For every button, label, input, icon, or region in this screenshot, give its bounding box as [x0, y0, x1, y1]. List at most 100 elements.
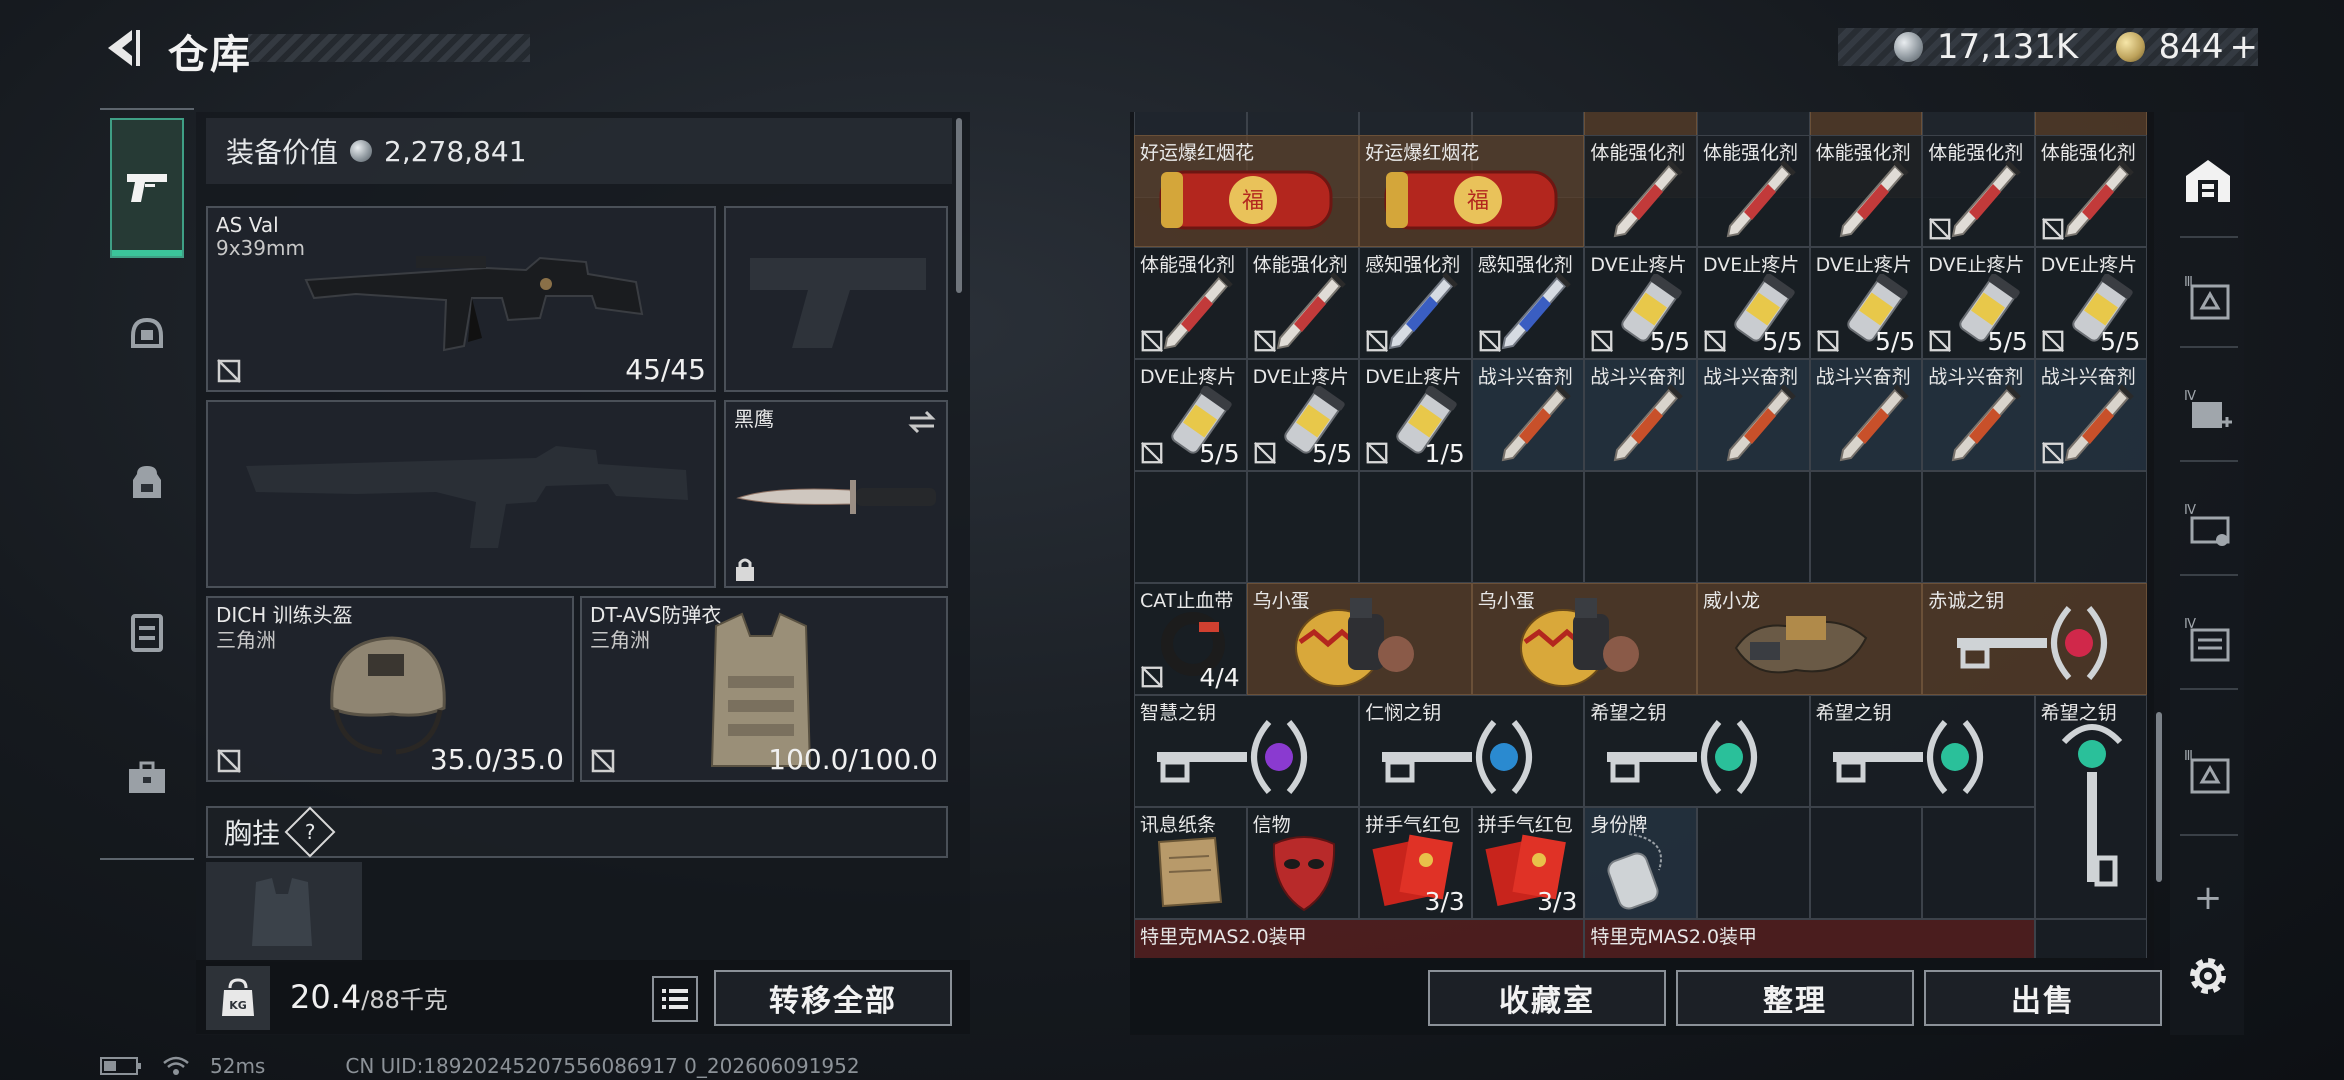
item-egg-figure[interactable]: 乌小蛋	[1471, 583, 1697, 695]
nav-tab-backpack[interactable]	[111, 446, 183, 518]
sell-button[interactable]: 出售	[1924, 970, 2162, 1026]
nav-tab-vest[interactable]	[111, 596, 183, 668]
nav-tab-helmet[interactable]	[111, 298, 183, 370]
helmet-slot[interactable]: DICH 训练头盔 三角洲 35.0/35.0	[206, 596, 574, 782]
item-key[interactable]: 希望之钥	[1584, 695, 1810, 807]
item-mask[interactable]: 信物	[1246, 807, 1360, 919]
item-armor[interactable]: 特里克MAS2.0装甲	[1584, 919, 2035, 958]
stash-cell-empty[interactable]	[1922, 471, 2035, 583]
item-combat-stimulant[interactable]: 战斗兴奋剂	[1922, 359, 2035, 471]
item-name: 体能强化剂	[1703, 142, 1799, 164]
key-icon	[2061, 724, 2122, 887]
item-combat-stimulant[interactable]: 战斗兴奋剂	[1584, 359, 1697, 471]
item-key[interactable]: 仁悯之钥	[1359, 695, 1585, 807]
item-stamina-booster[interactable]: 体能强化剂	[1246, 247, 1360, 359]
item-firework[interactable]: 福 好运爆红烟花	[1359, 135, 1585, 247]
stash-cell-empty[interactable]	[1246, 471, 1360, 583]
stash-cell-empty[interactable]	[1584, 471, 1697, 583]
equipment-scrollbar[interactable]	[956, 118, 962, 293]
storage-tab-1[interactable]: Ⅲ	[2176, 266, 2240, 330]
melee-slot[interactable]: 黑鹰	[724, 400, 948, 588]
item-stamina-booster[interactable]: 体能强化剂	[1809, 135, 1923, 247]
item-stamina-booster[interactable]: 体能强化剂	[1697, 135, 1810, 247]
item-dog-tag[interactable]: 身份牌	[1584, 807, 1697, 919]
rifle-silhouette-icon	[246, 446, 688, 548]
stash-cell-empty[interactable]	[1809, 807, 1923, 919]
item-key[interactable]: 希望之钥	[1809, 695, 2035, 807]
item-red-envelope[interactable]: 拼手气红包 3/3	[1359, 807, 1472, 919]
item-red-envelope[interactable]: 拼手气红包 3/3	[1471, 807, 1585, 919]
storage-tab-4[interactable]: Ⅳ	[2176, 608, 2240, 672]
item-painkiller[interactable]: DVE止疼片 5/5	[1134, 359, 1247, 471]
storage-tab-2[interactable]: Ⅳ	[2176, 380, 2240, 444]
lock-icon	[736, 558, 754, 581]
stash-cell-empty[interactable]	[1134, 471, 1247, 583]
list-view-button[interactable]	[652, 976, 698, 1022]
backpack-icon	[133, 466, 161, 498]
chest-rig-slot[interactable]	[206, 862, 362, 962]
item-painkiller[interactable]: DVE止疼片 5/5	[1584, 247, 1697, 359]
item-name: 体能强化剂	[2040, 142, 2136, 164]
storage-tab-5[interactable]: Ⅲ	[2176, 740, 2240, 804]
item-combat-stimulant[interactable]: 战斗兴奋剂	[1809, 359, 1923, 471]
item-combat-stimulant[interactable]: 战斗兴奋剂	[2034, 359, 2148, 471]
item-key[interactable]: 智慧之钥	[1134, 695, 1360, 807]
armor-slot[interactable]: DT-AVS防弹衣 三角洲 100.0/100.0	[580, 596, 948, 782]
no-insurance-icon	[1366, 330, 1389, 352]
nav-tab-weapons[interactable]	[111, 152, 183, 224]
item-stamina-booster[interactable]: 体能强化剂	[2034, 135, 2148, 247]
item-painkiller[interactable]: DVE止疼片 5/5	[1246, 359, 1360, 471]
item-armor[interactable]: 特里克MAS2.0装甲	[1134, 919, 1585, 958]
item-key[interactable]: 希望之钥	[2034, 695, 2148, 919]
no-insurance-icon	[1141, 442, 1163, 464]
primary-weapon-slot[interactable]: AS Val 9x39mm 45/45	[206, 206, 716, 392]
stash-cell-empty[interactable]	[1471, 471, 1585, 583]
item-perception-booster[interactable]: 感知强化剂	[1471, 247, 1585, 359]
item-painkiller[interactable]: DVE止疼片 5/5	[1809, 247, 1923, 359]
nav-tab-medkit[interactable]	[111, 742, 183, 814]
settings-button[interactable]	[2176, 944, 2240, 1008]
stash-cell-empty[interactable]	[1697, 471, 1810, 583]
item-painkiller[interactable]: DVE止疼片 1/5	[1359, 359, 1472, 471]
transfer-all-button[interactable]: 转移全部	[714, 970, 952, 1026]
item-note[interactable]: 讯息纸条	[1134, 807, 1247, 919]
item-perception-booster[interactable]: 感知强化剂	[1359, 247, 1472, 359]
secondary-weapon-slot[interactable]	[206, 400, 716, 588]
item-combat-stimulant[interactable]: 战斗兴奋剂	[1697, 359, 1810, 471]
status-bar: 52ms CN UID:18920245207556086917 0_20260…	[100, 1054, 860, 1078]
item-stamina-booster[interactable]: 体能强化剂	[1922, 135, 2035, 247]
item-firework[interactable]: 福 好运爆红烟花	[1134, 135, 1360, 247]
add-storage-button[interactable]: +	[2176, 866, 2240, 930]
item-dragon-figure[interactable]: 威小龙	[1697, 583, 1923, 695]
organize-button[interactable]: 整理	[1676, 970, 1914, 1026]
item-name: 战斗兴奋剂	[1477, 366, 1573, 388]
case-tier4-icon: Ⅳ	[2184, 503, 2230, 546]
item-key[interactable]: 赤诚之钥	[1922, 583, 2148, 695]
pistol-slot[interactable]	[724, 206, 948, 392]
stash-cell-empty[interactable]	[1697, 807, 1810, 919]
help-icon[interactable]: ?	[284, 806, 336, 858]
item-stamina-booster[interactable]: 体能强化剂	[1134, 247, 1247, 359]
stash-cell-empty[interactable]	[1359, 471, 1472, 583]
back-arrow-icon[interactable]	[100, 26, 144, 70]
wifi-icon	[163, 1056, 189, 1075]
stash-cell-empty[interactable]	[2034, 919, 2148, 958]
add-currency-button[interactable]: +	[2230, 27, 2259, 67]
toolbox-icon	[129, 761, 165, 793]
stash-cell-empty[interactable]	[1809, 471, 1923, 583]
item-stamina-booster[interactable]: 体能强化剂	[1584, 135, 1697, 247]
item-painkiller[interactable]: DVE止疼片 5/5	[1697, 247, 1810, 359]
item-combat-stimulant[interactable]: 战斗兴奋剂	[1471, 359, 1585, 471]
stash-scrollbar[interactable]	[2156, 712, 2162, 882]
swap-icon[interactable]	[906, 408, 938, 436]
item-painkiller[interactable]: DVE止疼片 5/5	[1922, 247, 2035, 359]
item-egg-figure[interactable]: 乌小蛋	[1246, 583, 1472, 695]
syringe-icon	[2064, 160, 2134, 238]
item-painkiller[interactable]: DVE止疼片 5/5	[2034, 247, 2148, 359]
item-tourniquet[interactable]: CAT止血带 4/4	[1134, 583, 1247, 695]
collection-room-button[interactable]: 收藏室	[1428, 970, 1666, 1026]
storage-tab-3[interactable]: Ⅳ	[2176, 494, 2240, 558]
stash-home-tab[interactable]	[2176, 148, 2240, 212]
stash-cell-empty[interactable]	[1922, 807, 2035, 919]
stash-cell-empty[interactable]	[2034, 471, 2148, 583]
